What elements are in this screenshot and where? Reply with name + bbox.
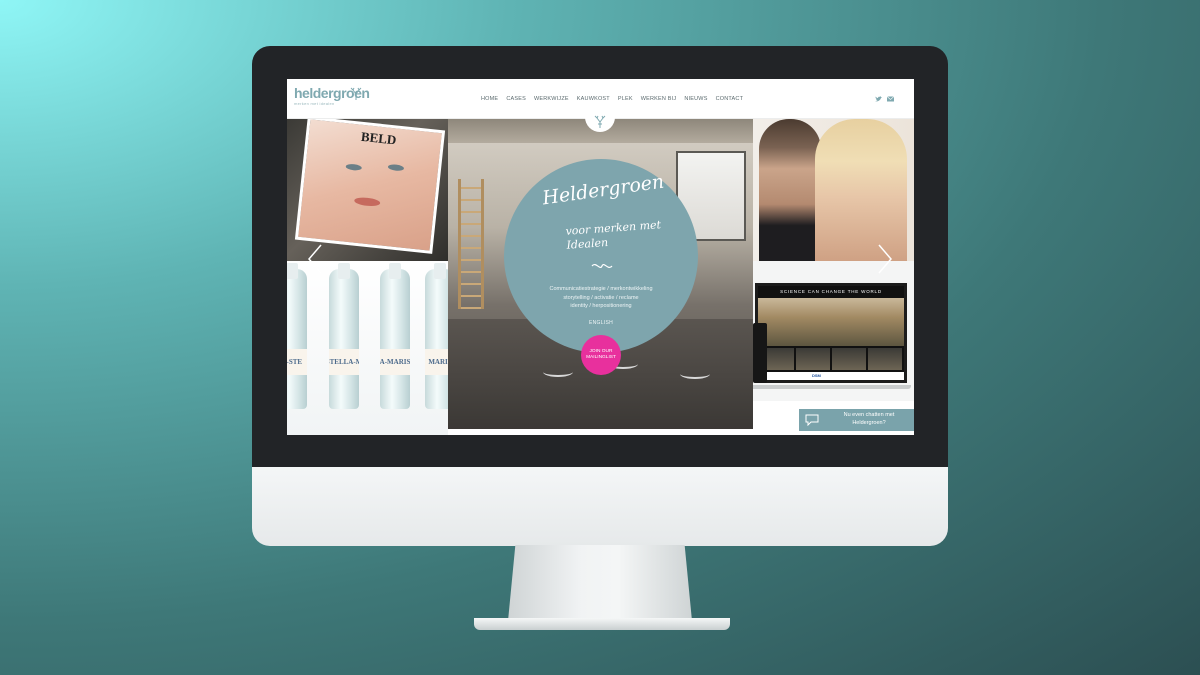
laptop-base [753, 385, 911, 389]
nav-kauwkost[interactable]: KAUWKOST [577, 96, 610, 102]
laptop-thumbnail [796, 348, 830, 370]
laptop-screen: SCIENCE CAN CHANGE THE WORLD DSM [755, 283, 907, 383]
case-tile-laptop[interactable]: SCIENCE CAN CHANGE THE WORLD DSM [753, 261, 914, 401]
join-mailinglist-button[interactable]: JOIN OUR MAILINGLIST [581, 335, 621, 375]
site-logo[interactable]: heldergroen merken met idealen [294, 85, 370, 113]
case-tile-couple[interactable] [753, 119, 914, 261]
social-links [875, 96, 894, 102]
bottle: E-STE [287, 263, 307, 409]
monitor-stand [508, 545, 692, 621]
deer-icon [594, 115, 606, 128]
nav-werkwijze[interactable]: WERKWIJZE [534, 96, 569, 102]
english-link[interactable]: ENGLISH [504, 320, 698, 326]
swirl-ornament-icon [591, 263, 613, 269]
mail-icon[interactable] [887, 96, 894, 102]
service-line: Communicatiestrategie / merkontwikkeling [549, 286, 653, 292]
twitter-icon[interactable] [875, 96, 882, 102]
website-screen: heldergroen merken met idealen HOME CASE… [287, 79, 914, 435]
bottle-label: A-MARIS [380, 349, 410, 375]
nav-home[interactable]: HOME [481, 96, 498, 102]
face-eye [387, 163, 405, 172]
hero-services: Communicatiestrategie / merkontwikkeling… [522, 285, 680, 311]
bottle-label: MARIS [425, 349, 448, 375]
phone [753, 323, 767, 383]
bottle: STELLA-M [329, 263, 359, 409]
main-nav: HOME CASES WERKWIJZE KAUWKOST PLEK WERKE… [481, 96, 743, 102]
office-ladder [458, 179, 484, 309]
laptop-headline: SCIENCE CAN CHANGE THE WORLD [780, 289, 882, 294]
case-tile-magazine[interactable]: BELD [287, 119, 448, 261]
chat-widget[interactable]: Nu even chatten met Heldergroen? [799, 409, 914, 431]
laptop-hero-image [758, 298, 904, 346]
bottle: MARIS [425, 263, 448, 409]
nav-nieuws[interactable]: NIEUWS [684, 96, 707, 102]
chat-text: Nu even chatten met Heldergroen? [843, 412, 895, 426]
service-line: storytelling / activatie / reclame [563, 294, 639, 301]
chat-bubble-icon [805, 414, 819, 426]
chevron-right-icon[interactable] [877, 243, 893, 275]
nav-cases[interactable]: CASES [506, 96, 526, 102]
face-lips [353, 196, 381, 208]
nav-contact[interactable]: CONTACT [716, 96, 744, 102]
bottle: A-MARIS [380, 263, 410, 409]
laptop-footer: DSM [758, 372, 904, 380]
service-line: identity / herpositionering [570, 303, 632, 309]
bottle-label: E-STE [287, 349, 307, 375]
magazine-title: BELD [360, 128, 398, 148]
case-tile-bottles[interactable]: E-STE STELLA-M A-MARIS MARIS [287, 261, 448, 435]
nav-plek[interactable]: PLEK [618, 96, 633, 102]
person-female [815, 119, 907, 261]
person-male [759, 119, 821, 261]
office-chair [543, 367, 573, 377]
nav-werken-bij[interactable]: WERKEN BIJ [641, 96, 677, 102]
monitor-stand-foot [474, 618, 730, 630]
monitor-chin [252, 467, 948, 546]
chevron-left-icon[interactable] [307, 243, 323, 275]
hero-title: Heldergroen [541, 170, 666, 210]
face-eye [345, 163, 363, 172]
magazine-page: BELD [294, 119, 446, 254]
logo-tagline: merken met idealen [294, 101, 335, 106]
laptop-thumbnail [868, 348, 902, 370]
hero-circle: Heldergroen voor merken met Idealen Comm… [504, 159, 698, 353]
bottle-label: STELLA-M [329, 349, 359, 375]
office-chair [680, 369, 710, 379]
laptop-thumbnail [832, 348, 866, 370]
hero-subtitle: voor merken met Idealen [565, 218, 662, 252]
laptop-thumbnails [758, 348, 904, 370]
deer-icon [350, 87, 362, 100]
laptop-brand: DSM [812, 373, 821, 378]
